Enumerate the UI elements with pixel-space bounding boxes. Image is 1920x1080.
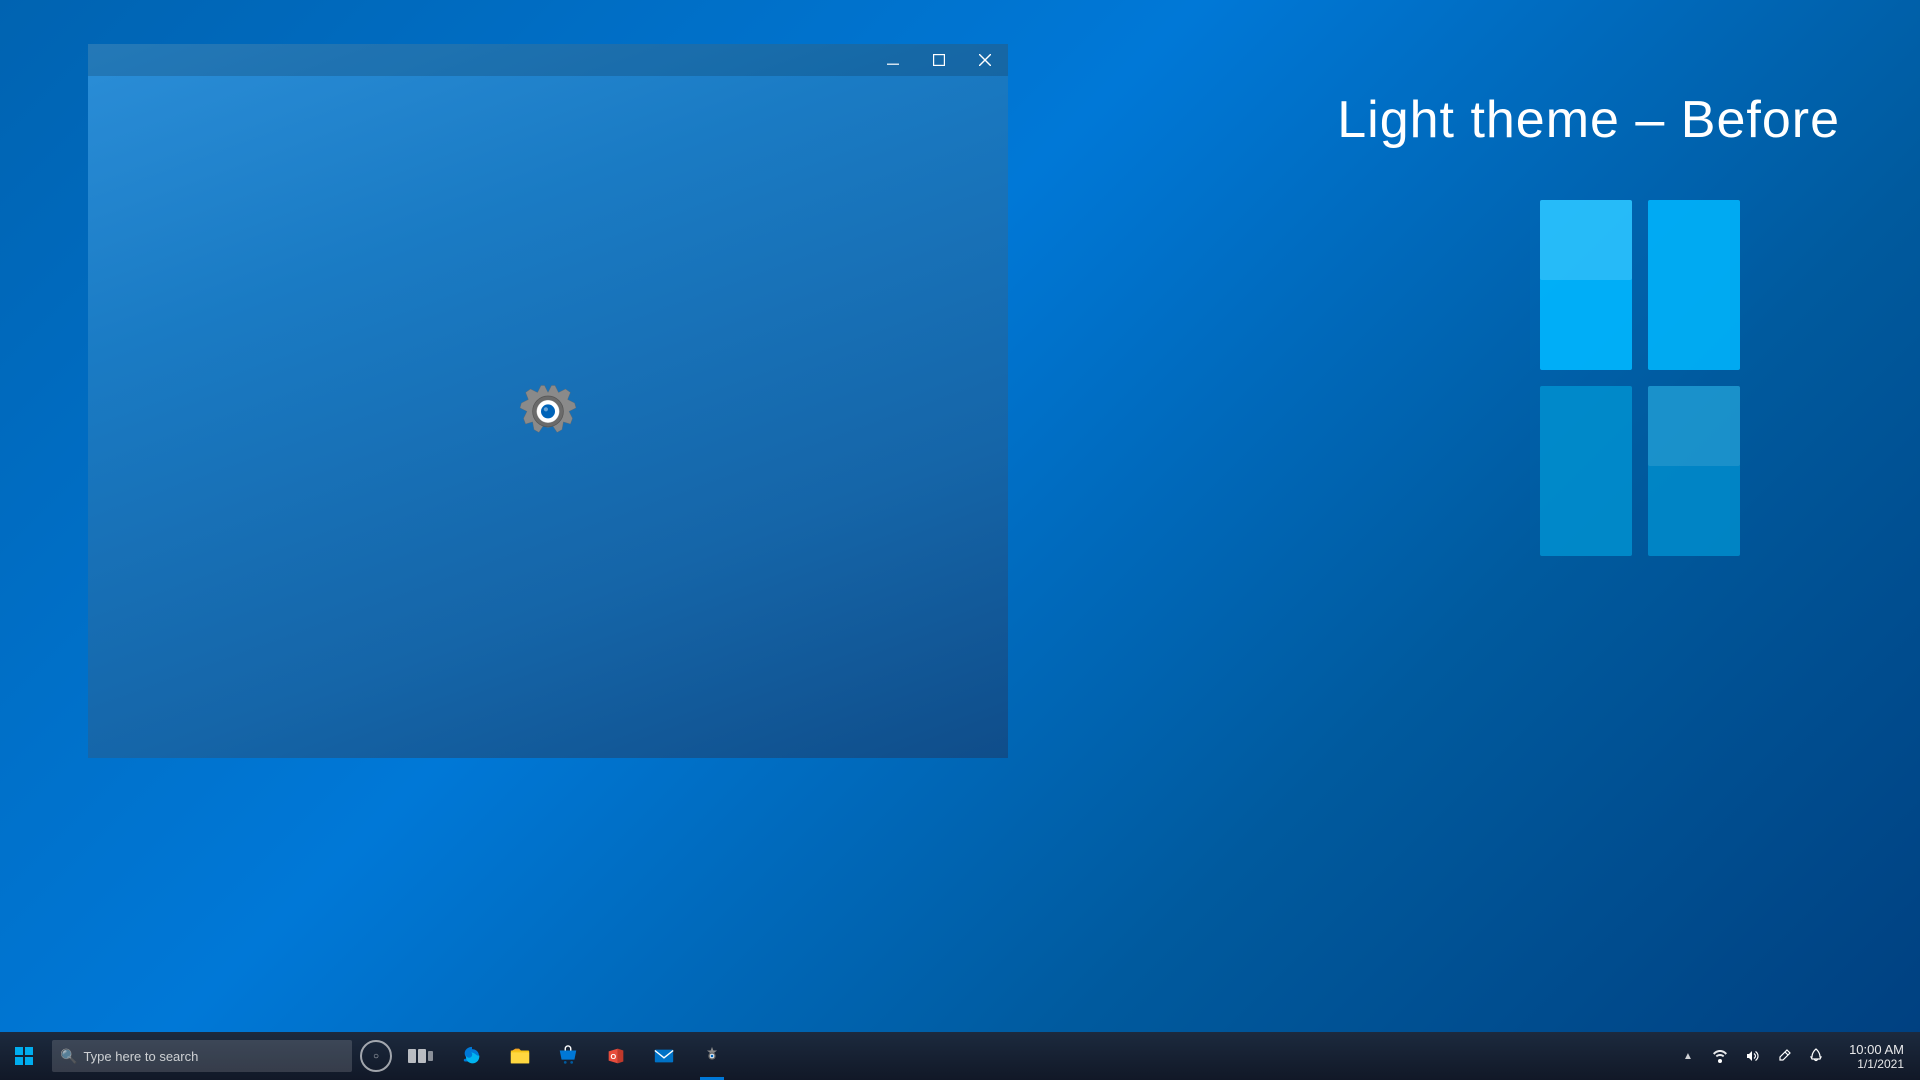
maximize-button[interactable] [916,44,962,76]
tray-date: 1/1/2021 [1857,1057,1904,1071]
cortana-button[interactable]: ○ [360,1040,392,1072]
network-icon[interactable] [1704,1032,1736,1080]
taskbar-items: O [444,1032,1664,1080]
windows-logo [1540,200,1740,580]
chevron-up-icon: ▲ [1683,1051,1693,1062]
taskbar-item-edge[interactable] [448,1032,496,1080]
network-svg-icon [1712,1048,1728,1064]
close-button[interactable] [962,44,1008,76]
notification-icon[interactable] [1800,1032,1832,1080]
taskbar-item-office[interactable]: O [592,1032,640,1080]
edge-icon [460,1044,484,1068]
start-icon [15,1047,33,1065]
office-icon: O [604,1044,628,1068]
theme-label: Light theme – Before [1337,90,1840,150]
taskbar-item-file-explorer[interactable] [496,1032,544,1080]
taskbar-item-mail[interactable] [640,1032,688,1080]
settings-window [88,44,1008,758]
taskbar-item-store[interactable] [544,1032,592,1080]
tray-overflow-button[interactable]: ▲ [1672,1032,1704,1080]
svg-text:O: O [611,1052,617,1061]
search-icon: 🔍 [60,1048,77,1065]
store-icon [556,1044,580,1068]
settings-taskbar-icon [700,1044,724,1068]
start-button[interactable] [0,1032,48,1080]
volume-icon[interactable] [1736,1032,1768,1080]
title-bar-buttons [870,44,1008,76]
search-bar[interactable]: 🔍 Type here to search [52,1040,352,1072]
mail-icon [652,1044,676,1068]
task-view-button[interactable] [396,1032,444,1080]
volume-svg-icon [1744,1048,1760,1064]
notification-svg-icon [1808,1048,1824,1064]
settings-gear-icon [513,382,583,452]
task-view-icon [408,1049,433,1063]
gear-icon-wrapper [513,382,583,452]
window-content [88,76,1008,758]
search-placeholder-text: Type here to search [83,1049,198,1064]
minimize-button[interactable] [870,44,916,76]
title-bar [88,44,1008,76]
cortana-icon: ○ [373,1051,379,1062]
taskbar-item-settings[interactable] [688,1032,736,1080]
pen-svg-icon [1776,1048,1792,1064]
tray-clock[interactable]: 10:00 AM 1/1/2021 [1832,1032,1912,1080]
desktop: Light theme – Before [0,0,1920,1080]
pen-icon[interactable] [1768,1032,1800,1080]
file-explorer-icon [508,1044,532,1068]
taskbar: 🔍 Type here to search ○ [0,1032,1920,1080]
tray-time: 10:00 AM [1849,1042,1904,1057]
system-tray: ▲ [1664,1032,1920,1080]
